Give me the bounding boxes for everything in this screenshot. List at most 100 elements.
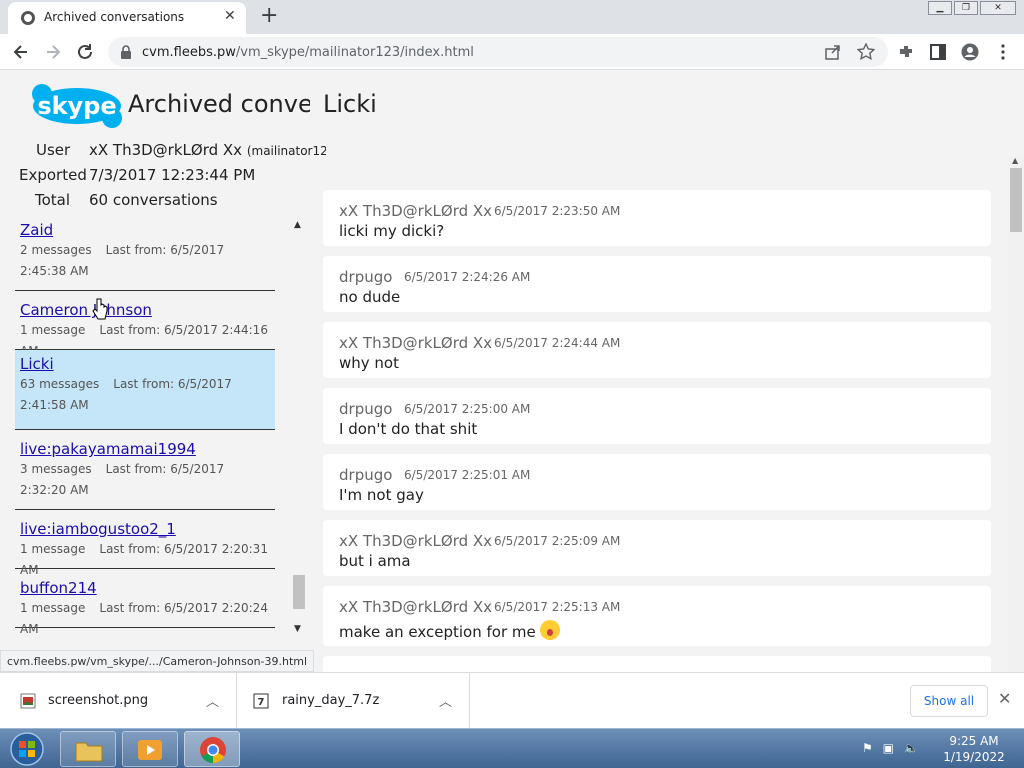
message: xX Th3D@rkLØrd Xx 6/5/2017 2:25:09 AM bu…: [323, 520, 991, 576]
skype-favicon-icon: [21, 11, 35, 25]
message-sender: xX Th3D@rkLØrd Xx: [339, 202, 493, 220]
conversation-link[interactable]: Zaid: [20, 220, 270, 240]
message: xX Th3D@rkLØrd Xx 6/5/2017 2:23:50 AM li…: [323, 190, 991, 246]
list-scroll-up-icon[interactable]: ▲: [294, 220, 301, 230]
url-text: cvm.fleebs.pw/vm_skype/mailinator123/ind…: [142, 45, 474, 60]
back-icon[interactable]: [10, 41, 32, 63]
page-scroll-up-icon[interactable]: ▲: [1012, 156, 1018, 165]
exported-value: 7/3/2017 12:23:44 PM: [89, 166, 256, 184]
message: drpugo 6/5/2017 2:24:26 AM no dude: [323, 256, 991, 312]
conversation-item[interactable]: live:iambogustoo2_1 1 message Last from: …: [15, 515, 275, 577]
message: drpugo 6/5/2017 2:25:01 AM I'm not gay: [323, 454, 991, 510]
volume-icon[interactable]: 🔈: [904, 741, 919, 755]
list-scroll-down-icon[interactable]: ▼: [294, 624, 301, 634]
conversation-info: 1 message Last from: 6/5/2017 2:20:24 AM: [20, 601, 268, 636]
taskbar-chrome[interactable]: [184, 731, 240, 767]
tab-archived-conversations[interactable]: Archived conversations ✕: [8, 2, 246, 34]
taskbar-media-player[interactable]: [122, 731, 178, 767]
forward-icon[interactable]: [42, 41, 64, 63]
tab-strip: Archived conversations ✕ + ▁ ❐ ✕: [0, 0, 1024, 34]
user-value: xX Th3D@rkLØrd Xx (mailinator123): [89, 141, 326, 159]
conversation-info: 2 messages Last from: 6/5/2017 2:45:38 AM: [20, 243, 225, 278]
message-text: I'm not gay: [339, 486, 424, 504]
action-center-icon[interactable]: ⚑: [862, 741, 873, 755]
download-item-archive[interactable]: 7 rainy_day_7.7z ︿: [237, 673, 470, 729]
page-scrollbar[interactable]: ▲: [1008, 156, 1024, 672]
message-time: 6/5/2017 2:23:50 AM: [494, 204, 621, 218]
address-bar[interactable]: cvm.fleebs.pw/vm_skype/mailinator123/ind…: [108, 37, 888, 67]
share-icon[interactable]: [824, 43, 842, 61]
menu-kebab-icon[interactable]: [994, 43, 1012, 61]
conversation-link[interactable]: buffon214: [20, 578, 270, 598]
lock-icon[interactable]: [120, 45, 132, 59]
archive-file-icon: 7: [253, 693, 269, 709]
start-button-icon[interactable]: [4, 731, 50, 767]
new-tab-button[interactable]: +: [260, 3, 278, 28]
skype-logo: skype: [32, 84, 122, 128]
list-scrollbar-thumb[interactable]: [293, 575, 305, 609]
clock[interactable]: 9:25 AM 1/19/2022: [942, 733, 1006, 765]
extensions-icon[interactable]: [897, 43, 915, 61]
download-filename: rainy_day_7.7z: [282, 693, 380, 708]
skype-logo-text: skype: [37, 92, 116, 120]
download-shelf: screenshot.png ︿ 7 rainy_day_7.7z ︿ Show…: [0, 672, 1024, 729]
conversation-item[interactable]: live:pakayamamai1994 3 messages Last from…: [15, 435, 275, 510]
message-sender: xX Th3D@rkLØrd Xx: [339, 598, 493, 616]
message-time: 6/5/2017 2:25:01 AM: [404, 468, 531, 482]
message: drpugo 6/5/2017 2:25:00 AM I don't do th…: [323, 388, 991, 444]
network-icon[interactable]: ▣: [883, 741, 894, 755]
minimize-button[interactable]: ▁: [928, 1, 952, 15]
total-label: Total: [35, 191, 71, 209]
browser-toolbar: cvm.fleebs.pw/vm_skype/mailinator123/ind…: [0, 34, 1024, 70]
conversation-link[interactable]: live:pakayamamai1994: [20, 439, 270, 459]
chevron-up-icon[interactable]: ︿: [439, 691, 452, 710]
message: xX Th3D@rkLØrd Xx 6/5/2017 2:24:44 AM wh…: [323, 322, 991, 378]
message-sender: xX Th3D@rkLØrd Xx: [339, 532, 493, 550]
message-sender: drpugo: [339, 400, 393, 418]
status-bubble: cvm.fleebs.pw/vm_skype/.../Cameron-Johns…: [0, 650, 315, 672]
conversation-link[interactable]: Licki: [20, 354, 270, 374]
bookmark-star-icon[interactable]: [857, 43, 875, 61]
message-time: 6/5/2017 2:25:13 AM: [494, 600, 621, 614]
download-item-screenshot[interactable]: screenshot.png ︿: [0, 673, 237, 729]
conversation-item[interactable]: buffon214 1 message Last from: 6/5/2017 2…: [15, 574, 275, 636]
conversation-link[interactable]: live:iambogustoo2_1: [20, 519, 270, 539]
message-time: 6/5/2017 2:24:44 AM: [494, 336, 621, 350]
close-shelf-icon[interactable]: ✕: [998, 689, 1011, 708]
conversation-item[interactable]: Cameron Johnson 1 message Last from: 6/5/…: [15, 296, 275, 358]
media-player-icon: [138, 740, 162, 760]
taskbar-explorer[interactable]: [60, 731, 116, 767]
message-text: licki my dicki?: [339, 222, 445, 240]
profile-icon[interactable]: [961, 43, 979, 61]
conversation-link[interactable]: Cameron Johnson: [20, 300, 270, 320]
conversation-list: Zaid 2 messages Last from: 6/5/2017 2:45:…: [0, 216, 290, 636]
message-text: but i ama: [339, 552, 411, 570]
taskbar: ⚑ ▣ 🔈 9:25 AM 1/19/2022: [0, 728, 1024, 768]
clock-date: 1/19/2022: [943, 750, 1005, 764]
message-text: no dude: [339, 288, 401, 306]
reload-icon[interactable]: [74, 41, 96, 63]
exported-row: Exported 7/3/2017 12:23:44 PM: [19, 166, 255, 184]
close-window-button[interactable]: ✕: [980, 1, 1016, 15]
user-row: User xX Th3D@rkLØrd Xx (mailinator123): [36, 141, 326, 161]
conversation-info: 3 messages Last from: 6/5/2017 2:32:20 AM: [20, 462, 225, 497]
svg-text:7: 7: [258, 697, 265, 708]
message-time: 6/5/2017 2:25:09 AM: [494, 534, 621, 548]
close-tab-icon[interactable]: ✕: [224, 8, 236, 24]
message-sender: xX Th3D@rkLØrd Xx: [339, 334, 493, 352]
conversation-item-selected[interactable]: Licki 63 messages Last from: 6/5/2017 2:4…: [15, 350, 275, 430]
message-time: 6/5/2017 2:25:00 AM: [404, 402, 531, 416]
conversation-item[interactable]: Zaid 2 messages Last from: 6/5/2017 2:45:…: [15, 216, 275, 291]
image-file-icon: [20, 693, 36, 709]
download-filename: screenshot.png: [48, 693, 149, 708]
message-text: why not: [339, 354, 399, 372]
page-scrollbar-thumb[interactable]: [1010, 168, 1022, 232]
restore-button[interactable]: ❐: [954, 1, 978, 15]
message: xX Th3D@rkLØrd Xx 6/5/2017 2:25:13 AM ma…: [323, 586, 991, 646]
side-panel-icon[interactable]: [929, 43, 947, 61]
message-sender: drpugo: [339, 268, 393, 286]
message-text: I don't do that shit: [339, 420, 478, 438]
chevron-up-icon[interactable]: ︿: [206, 691, 219, 710]
kissing-emoji-icon: [539, 620, 560, 640]
show-all-button[interactable]: Show all: [910, 685, 988, 717]
